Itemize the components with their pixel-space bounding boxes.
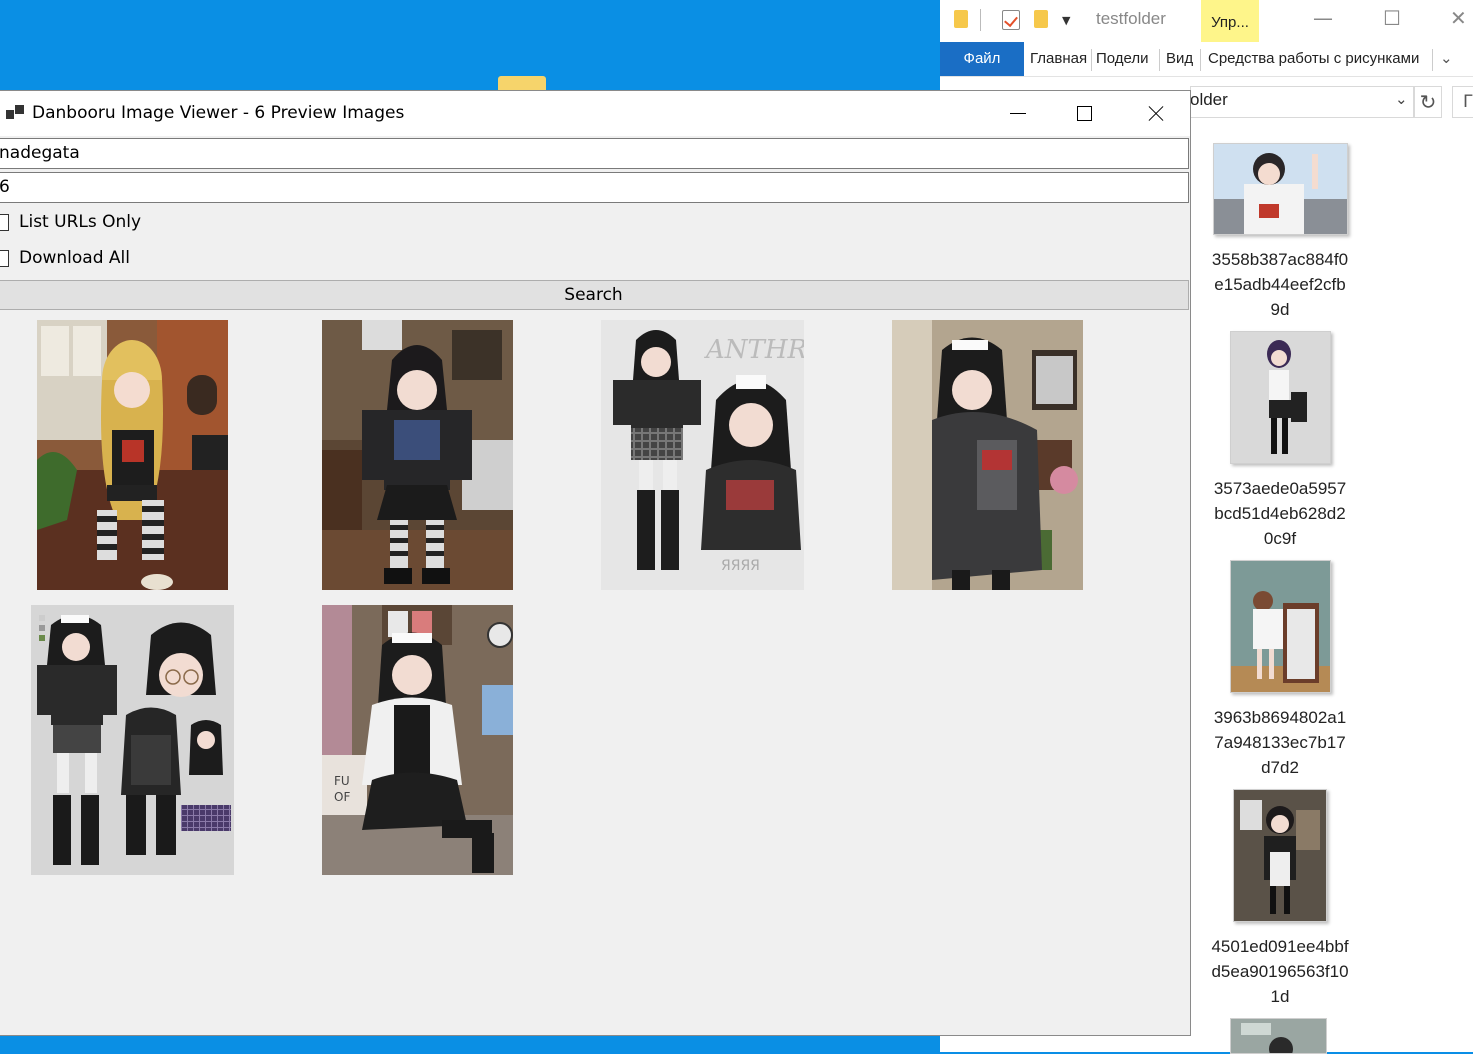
maximize-button[interactable] (1050, 91, 1120, 136)
file-thumbnail (1233, 789, 1327, 922)
ribbon-divider (1159, 49, 1160, 71)
preview-image[interactable] (31, 605, 234, 875)
explorer-maximize-button[interactable]: ☐ (1383, 6, 1401, 30)
file-thumbnail (1229, 560, 1331, 693)
close-button[interactable] (1120, 91, 1190, 136)
preview-image[interactable] (37, 320, 228, 590)
preview-image[interactable] (322, 320, 513, 590)
search-button[interactable]: Search (0, 280, 1189, 310)
file-thumbnail[interactable] (1230, 1018, 1327, 1054)
tab-home[interactable]: Главная (1030, 42, 1087, 76)
danbooru-viewer-window: Danbooru Image Viewer - 6 Preview Images… (0, 90, 1191, 1036)
file-name: 4501ed091ee4bbfd5ea90196563f101d (1211, 937, 1349, 1006)
file-item[interactable]: 3573aede0a5957bcd51d4eb628d20c9f (1200, 331, 1360, 551)
properties-check-icon[interactable] (1002, 10, 1020, 30)
ribbon-divider (1091, 49, 1092, 71)
quick-access-dropdown-icon[interactable]: ▼ (1062, 14, 1070, 27)
download-all-checkbox-row[interactable]: Download All (0, 246, 130, 270)
file-item[interactable]: 4501ed091ee4bbfd5ea90196563f101d (1200, 789, 1360, 1009)
window-title: Danbooru Image Viewer - 6 Preview Images (32, 103, 405, 123)
folder-icon (954, 10, 968, 28)
preview-image[interactable]: ANTHRAX ЯЯЯЯ (601, 320, 804, 590)
list-urls-checkbox-row[interactable]: List URLs Only (0, 210, 141, 234)
app-titlebar: Danbooru Image Viewer - 6 Preview Images (0, 91, 1190, 136)
manage-tab[interactable]: Упр... (1201, 0, 1259, 42)
explorer-minimize-button[interactable]: — (1313, 6, 1333, 30)
svg-text:ЯЯЯЯ: ЯЯЯЯ (721, 558, 760, 574)
file-name: 3558b387ac884f0e15adb44eef2cfb9d (1211, 250, 1349, 319)
explorer-title: testfolder (1096, 9, 1166, 28)
address-chevron-down-icon[interactable]: ⌄ (1395, 90, 1408, 108)
file-name: 3573aede0a5957bcd51d4eb628d20c9f (1213, 479, 1347, 548)
svg-text:OF: OF (334, 790, 350, 804)
download-all-label: Download All (19, 248, 130, 268)
address-text: older (1190, 90, 1228, 109)
tab-file[interactable]: Файл (940, 42, 1024, 76)
search-box[interactable]: Г (1452, 86, 1473, 118)
explorer-titlebar: ▼ testfolder Упр... — ☐ ✕ (940, 0, 1473, 42)
list-urls-label: List URLs Only (19, 212, 142, 232)
download-all-checkbox[interactable] (0, 249, 9, 267)
tags-input[interactable]: nadegata (0, 138, 1189, 169)
count-input[interactable]: 6 (0, 172, 1189, 203)
tab-view[interactable]: Вид (1166, 42, 1193, 76)
file-item[interactable]: 3558b387ac884f0e15adb44eef2cfb9d (1200, 143, 1360, 322)
explorer-ribbon: Файл Главная Подели Вид Средства работы … (940, 42, 1473, 77)
toolbar-divider (980, 9, 981, 31)
ribbon-divider (1200, 49, 1201, 71)
file-thumbnail (1229, 331, 1331, 464)
file-item[interactable]: 3963b8694802a17a948133ec7b17d7d2 (1200, 560, 1360, 780)
preview-image[interactable]: FU OF (322, 605, 513, 875)
refresh-button[interactable]: ↻ (1414, 86, 1442, 118)
new-folder-icon[interactable] (1034, 10, 1048, 28)
ribbon-expand-chevron-icon[interactable]: ⌄ (1440, 42, 1453, 76)
app-icon (6, 105, 24, 119)
preview-image[interactable] (892, 320, 1083, 590)
ribbon-divider (1432, 49, 1433, 71)
file-thumbnail (1212, 143, 1348, 235)
explorer-close-button[interactable]: ✕ (1450, 6, 1467, 30)
minimize-button[interactable] (982, 91, 1052, 136)
file-name: 3963b8694802a17a948133ec7b17d7d2 (1213, 708, 1347, 777)
tab-share[interactable]: Подели (1096, 42, 1156, 76)
list-urls-checkbox[interactable] (0, 213, 9, 231)
tab-picture-tools[interactable]: Средства работы с рисунками (1208, 42, 1419, 76)
svg-text:FU: FU (334, 774, 350, 788)
svg-text:ANTHRAX: ANTHRAX (704, 335, 804, 365)
